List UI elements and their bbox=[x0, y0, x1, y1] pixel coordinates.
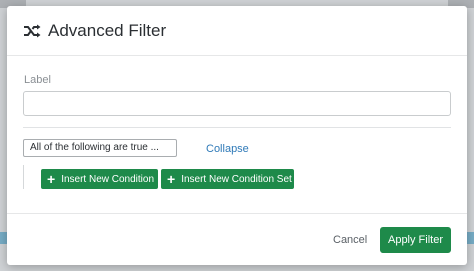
label-field-label: Label bbox=[24, 74, 51, 86]
insert-new-condition-set-label: Insert New Condition Set bbox=[181, 173, 292, 185]
insert-new-condition-label: Insert New Condition bbox=[61, 173, 155, 185]
plus-icon: + bbox=[47, 171, 56, 187]
collapse-link[interactable]: Collapse bbox=[206, 143, 249, 155]
insert-new-condition-set-button[interactable]: + Insert New Condition Set bbox=[161, 169, 294, 189]
apply-filter-button[interactable]: Apply Filter bbox=[380, 227, 451, 253]
dialog-body bbox=[7, 56, 467, 214]
condition-tree-line bbox=[23, 165, 24, 189]
dialog-title: Advanced Filter bbox=[48, 20, 167, 40]
shuffle-icon bbox=[23, 24, 41, 38]
section-divider bbox=[23, 127, 451, 128]
label-input[interactable] bbox=[23, 91, 451, 116]
insert-new-condition-button[interactable]: + Insert New Condition bbox=[41, 169, 158, 189]
dialog-header: Advanced Filter bbox=[7, 6, 467, 56]
plus-icon: + bbox=[167, 171, 176, 187]
condition-mode-select[interactable]: All of the following are true ... bbox=[23, 139, 177, 157]
cancel-button[interactable]: Cancel bbox=[333, 234, 367, 246]
